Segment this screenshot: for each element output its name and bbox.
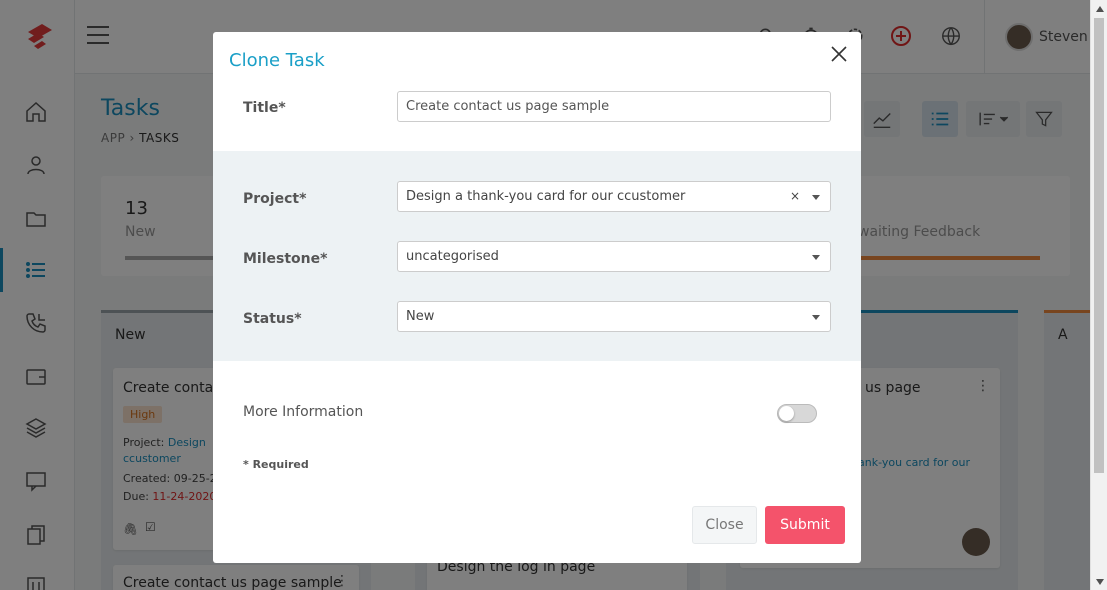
title-input[interactable] [397,91,831,122]
status-select[interactable]: New [397,301,831,332]
scroll-down-arrow-icon[interactable] [1091,573,1107,590]
chevron-down-icon [812,315,820,320]
scroll-up-arrow-icon[interactable] [1091,0,1107,17]
chevron-down-icon [812,195,820,200]
status-label: Status* [243,311,302,327]
modal-title: Clone Task [229,50,325,71]
scroll-thumb[interactable] [1094,18,1104,473]
clone-task-modal: Clone Task Title* Project* Design a than… [213,32,861,563]
submit-button[interactable]: Submit [765,506,845,544]
project-row: Project* Design a thank-you card for our… [213,181,861,241]
project-selected-value: Design a thank-you card for our ccustome… [406,189,686,204]
milestone-selected-value: uncategorised [406,249,499,264]
project-label: Project* [243,191,307,207]
title-label: Title* [243,100,286,116]
milestone-select[interactable]: uncategorised [397,241,831,272]
more-information-label: More Information [243,404,364,420]
chevron-down-icon [812,255,820,260]
clear-selection-icon[interactable]: × [790,182,800,211]
status-row: Status* New [213,301,861,361]
title-row: Title* [213,90,861,150]
close-icon[interactable] [829,44,849,64]
close-button[interactable]: Close [692,506,757,544]
project-select[interactable]: Design a thank-you card for our ccustome… [397,181,831,212]
page-scrollbar[interactable] [1090,0,1107,590]
milestone-label: Milestone* [243,251,328,267]
milestone-row: Milestone* uncategorised [213,241,861,301]
required-note: * Required [243,458,309,471]
toggle-knob [779,406,794,421]
status-selected-value: New [406,309,435,324]
more-information-toggle[interactable] [777,404,817,423]
